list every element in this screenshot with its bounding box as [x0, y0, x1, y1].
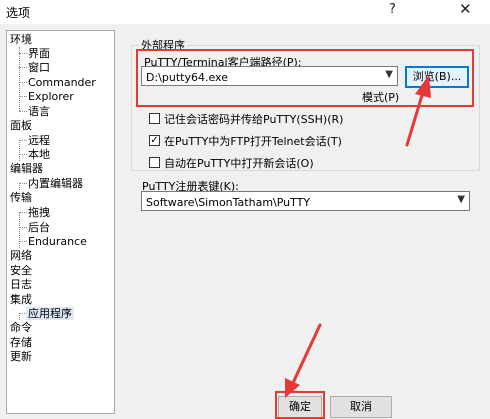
- annotation-arrows: [285, 75, 431, 398]
